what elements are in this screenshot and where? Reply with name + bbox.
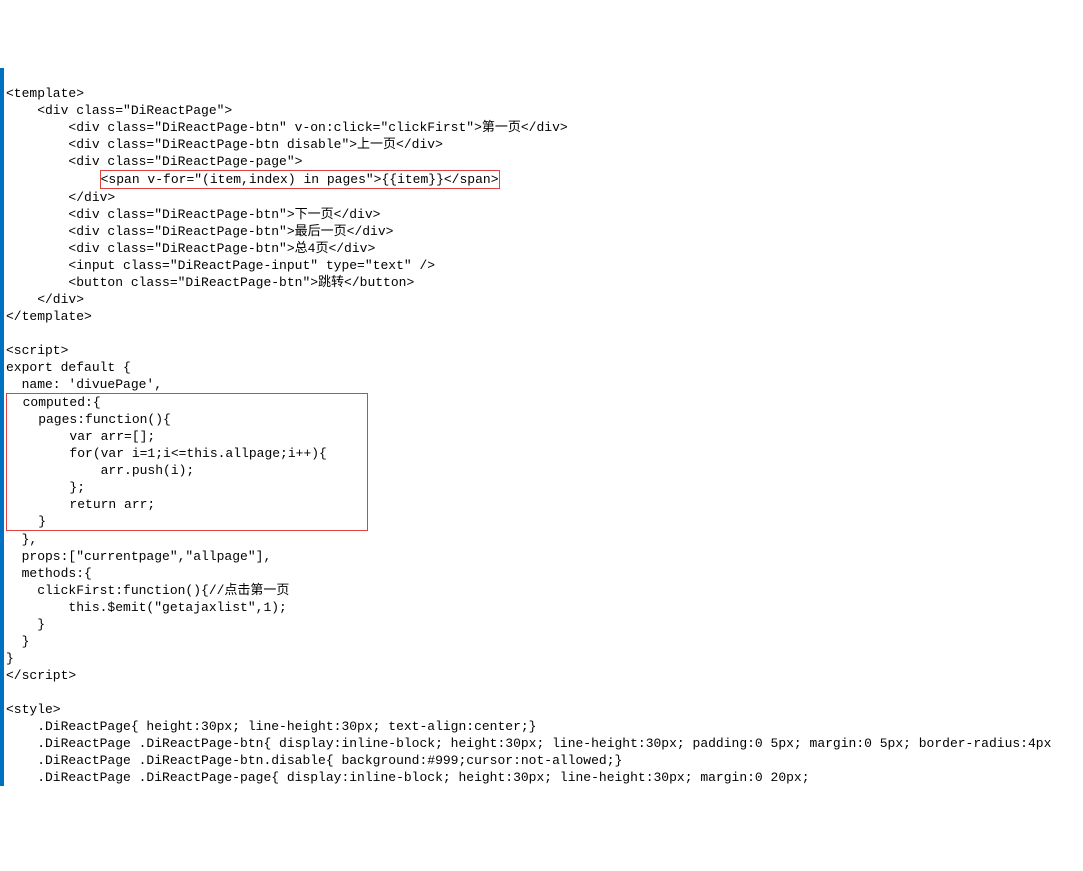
code-line: <button class="DiReactPage-btn">跳转</butt… xyxy=(6,275,414,290)
code-line: computed:{ xyxy=(7,395,101,410)
code-block: <template> <div class="DiReactPage"> <di… xyxy=(0,68,1083,786)
code-line: props:["currentpage","allpage"], xyxy=(6,549,271,564)
code-line: }; xyxy=(7,480,85,495)
code-line: .DiReactPage .DiReactPage-btn{ display:i… xyxy=(6,736,1051,751)
code-line: arr.push(i); xyxy=(7,463,194,478)
code-line: </div> xyxy=(6,190,115,205)
code-line: pages:function(){ xyxy=(7,412,171,427)
code-line: <div class="DiReactPage-btn">最后一页</div> xyxy=(6,224,393,239)
code-line: </div> xyxy=(6,292,84,307)
code-line: }, xyxy=(6,532,37,547)
code-line: for(var i=1;i<=this.allpage;i++){ xyxy=(7,446,327,461)
code-line: } xyxy=(6,617,45,632)
code-line: clickFirst:function(){//点击第一页 xyxy=(6,583,289,598)
code-line: <div class="DiReactPage"> xyxy=(6,103,232,118)
code-line: .DiReactPage .DiReactPage-page{ display:… xyxy=(6,770,810,785)
code-line: methods:{ xyxy=(6,566,92,581)
code-line: return arr; xyxy=(7,497,155,512)
code-line: <style> xyxy=(6,702,61,717)
code-line: <div class="DiReactPage-btn">总4页</div> xyxy=(6,241,375,256)
code-line: <div class="DiReactPage-page"> xyxy=(6,154,302,169)
code-line: this.$emit("getajaxlist",1); xyxy=(6,600,287,615)
code-line: } xyxy=(7,514,46,529)
highlight-box-computed: computed:{ pages:function(){ var arr=[];… xyxy=(6,393,368,531)
code-line: } xyxy=(6,634,29,649)
code-line: var arr=[]; xyxy=(7,429,155,444)
code-line: <template> xyxy=(6,86,84,101)
code-line: name: 'divuePage', xyxy=(6,377,162,392)
code-line: export default { xyxy=(6,360,131,375)
code-line: <div class="DiReactPage-btn">下一页</div> xyxy=(6,207,380,222)
code-line: <div class="DiReactPage-btn disable">上一页… xyxy=(6,137,443,152)
code-line: } xyxy=(6,651,14,666)
code-line: </template> xyxy=(6,309,92,324)
highlight-box-span: <span v-for="(item,index) in pages">{{it… xyxy=(100,170,500,189)
code-line-indent xyxy=(6,172,100,187)
code-line: .DiReactPage .DiReactPage-btn.disable{ b… xyxy=(6,753,622,768)
code-line: <div class="DiReactPage-btn" v-on:click=… xyxy=(6,120,568,135)
code-line: <script> xyxy=(6,343,68,358)
code-line: <input class="DiReactPage-input" type="t… xyxy=(6,258,435,273)
code-line: </script> xyxy=(6,668,76,683)
code-line: .DiReactPage{ height:30px; line-height:3… xyxy=(6,719,537,734)
